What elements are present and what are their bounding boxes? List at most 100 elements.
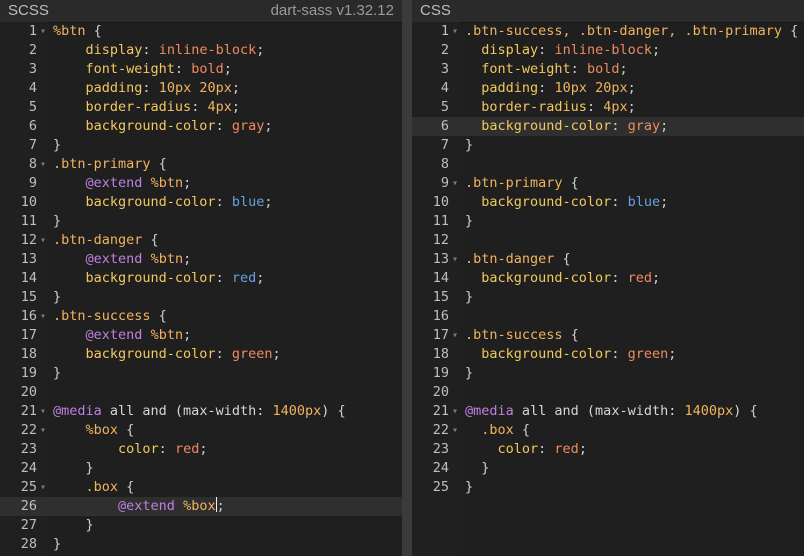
code-line[interactable]: 11} (0, 212, 402, 231)
fold-toggle-icon[interactable]: ▾ (40, 421, 50, 440)
code-token: { (781, 23, 799, 39)
code-token: : (142, 80, 159, 96)
code-token: } (53, 536, 62, 552)
code-line[interactable]: 16 (412, 307, 804, 326)
code-line[interactable]: 4 padding: 10px 20px; (412, 79, 804, 98)
fold-toggle-icon[interactable]: ▾ (40, 402, 50, 421)
compiler-version-label[interactable]: dart-sass v1.32.12 (271, 0, 394, 22)
code-line[interactable]: 22 ▾ %box { (0, 421, 402, 440)
code-line[interactable]: 8 ▾ .btn-primary { (0, 155, 402, 174)
code-line[interactable]: 24 } (0, 459, 402, 478)
code-line[interactable]: 8 (412, 155, 804, 174)
code-text: } (53, 212, 402, 231)
code-line[interactable]: 2 display: inline-block; (0, 41, 402, 60)
code-token: green (231, 346, 273, 362)
code-line[interactable]: 3 font-weight: bold; (0, 60, 402, 79)
code-line[interactable]: 10 background-color: blue; (0, 193, 402, 212)
code-line[interactable]: 12 ▾ .btn-danger { (0, 231, 402, 250)
code-line[interactable]: 13 ▾ .btn-danger { (412, 250, 804, 269)
code-line[interactable]: 4 padding: 10px 20px; (0, 79, 402, 98)
code-line[interactable]: 19} (412, 364, 804, 383)
code-line[interactable]: 21 ▾ @media all and (max-width: 1400px) { (0, 402, 402, 421)
code-line[interactable]: 15} (0, 288, 402, 307)
scss-editor[interactable]: 1 ▾ %btn {2 display: inline-block; 3 font-w… (0, 22, 402, 556)
fold-toggle-icon[interactable]: ▾ (40, 307, 50, 326)
code-line[interactable]: 1 ▾ %btn { (0, 22, 402, 41)
code-token: } (53, 289, 62, 305)
code-line[interactable]: 19} (0, 364, 402, 383)
code-line[interactable]: 20 (0, 383, 402, 402)
code-line[interactable]: 1 ▾ .btn-success, .btn-danger, .btn-primar… (412, 22, 804, 41)
fold-toggle-icon[interactable]: ▾ (452, 250, 462, 269)
code-text: .btn-success { (465, 326, 804, 345)
line-number: 13 (432, 251, 449, 267)
code-token: : (215, 118, 232, 134)
code-line[interactable]: 6 background-color: gray; (412, 117, 804, 136)
code-text: @media all and (max-width: 1400px) { (465, 402, 804, 421)
sass-playground: SCSS dart-sass v1.32.12 1 ▾ %btn {2 displa… (0, 0, 804, 556)
code-line[interactable]: 7} (412, 136, 804, 155)
line-number: 18 (20, 346, 37, 362)
code-line[interactable]: 6 background-color: gray; (0, 117, 402, 136)
code-token: : (586, 99, 604, 115)
fold-toggle-icon[interactable]: ▾ (452, 174, 462, 193)
code-line[interactable]: 23 color: red; (0, 440, 402, 459)
code-line[interactable]: 9 @extend %btn; (0, 174, 402, 193)
code-line[interactable]: 22 ▾ .box { (412, 421, 804, 440)
code-line[interactable]: 18 background-color: green; (412, 345, 804, 364)
code-token: red (231, 270, 257, 286)
code-token: ; (256, 42, 265, 58)
css-editor[interactable]: 1 ▾ .btn-success, .btn-danger, .btn-primar… (412, 22, 804, 556)
fold-toggle-icon[interactable]: ▾ (452, 402, 462, 421)
code-line[interactable]: 21 ▾ @media all and (max-width: 1400px) { (412, 402, 804, 421)
code-line[interactable]: 5 border-radius: 4px; (0, 98, 402, 117)
code-text: .box { (53, 478, 402, 497)
code-line[interactable]: 3 font-weight: bold; (412, 60, 804, 79)
code-token: ; (231, 80, 240, 96)
code-line[interactable]: 17 @extend %btn; (0, 326, 402, 345)
code-token: padding (85, 80, 143, 96)
code-line[interactable]: 14 background-color: red; (0, 269, 402, 288)
code-text: } (465, 459, 804, 478)
code-line[interactable]: 10 background-color: blue; (412, 193, 804, 212)
code-line[interactable]: 16 ▾ .btn-success { (0, 307, 402, 326)
code-line[interactable]: 14 background-color: red; (412, 269, 804, 288)
code-line[interactable]: 11} (412, 212, 804, 231)
code-line[interactable]: 17 ▾ .btn-success { (412, 326, 804, 345)
code-line[interactable]: 7} (0, 136, 402, 155)
code-line[interactable]: 5 border-radius: 4px; (412, 98, 804, 117)
code-line[interactable]: 23 color: red; (412, 440, 804, 459)
fold-toggle-icon[interactable]: ▾ (40, 231, 50, 250)
fold-toggle-icon[interactable]: ▾ (40, 22, 50, 41)
code-line[interactable]: 25 ▾ .box { (0, 478, 402, 497)
line-number: 6 (440, 118, 449, 134)
code-token: ; (199, 441, 208, 457)
fold-toggle-icon[interactable]: ▾ (40, 478, 50, 497)
code-line[interactable]: 25} (412, 478, 804, 497)
code-line[interactable]: 20 (412, 383, 804, 402)
code-line[interactable]: 15} (412, 288, 804, 307)
line-number: 27 (20, 517, 37, 533)
code-token: bold (191, 61, 224, 77)
code-line[interactable]: 24 } (412, 459, 804, 478)
code-line[interactable]: 27 } (0, 516, 402, 535)
code-line[interactable]: 18 background-color: green; (0, 345, 402, 364)
code-line[interactable]: 2 display: inline-block; (412, 41, 804, 60)
line-number: 3 (440, 61, 449, 77)
fold-toggle-icon[interactable]: ▾ (40, 155, 50, 174)
line-number: 14 (20, 270, 37, 286)
fold-toggle-icon[interactable]: ▾ (452, 22, 462, 41)
code-line[interactable]: 28} (0, 535, 402, 554)
code-token: ; (183, 251, 192, 267)
code-line[interactable]: 12 (412, 231, 804, 250)
code-line[interactable]: 9 ▾ .btn-primary { (412, 174, 804, 193)
fold-toggle-icon[interactable]: ▾ (452, 326, 462, 345)
fold-toggle-icon[interactable]: ▾ (452, 421, 462, 440)
code-text: @extend %btn; (53, 250, 402, 269)
code-token: @extend (85, 327, 143, 343)
code-line[interactable]: 26 @extend %box; (0, 497, 402, 516)
code-line[interactable]: 13 @extend %btn; (0, 250, 402, 269)
